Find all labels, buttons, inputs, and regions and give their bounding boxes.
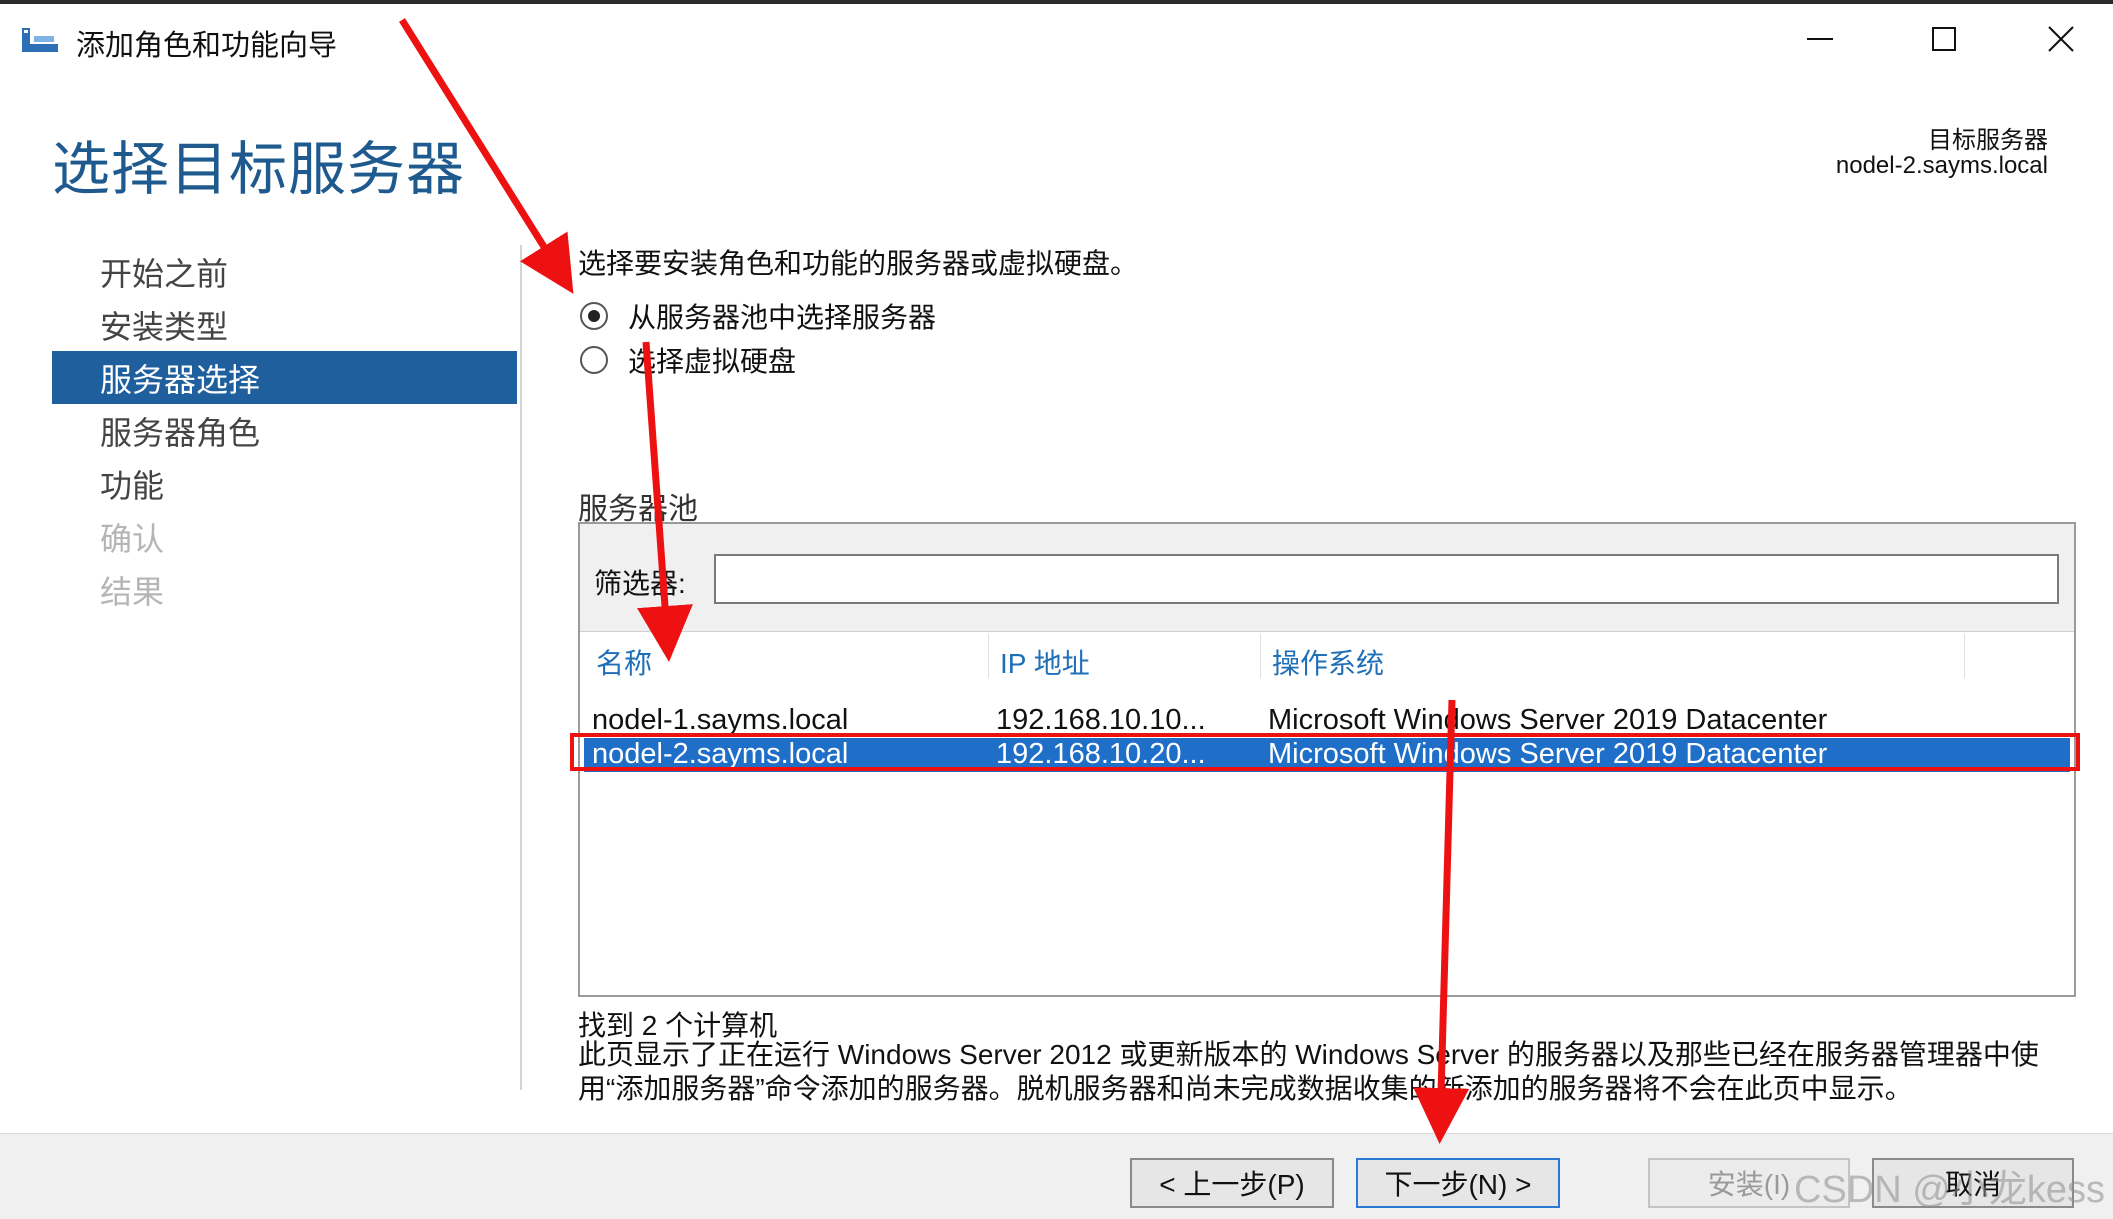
server-list-note: 此页显示了正在运行 Windows Server 2012 或更新版本的 Win… [578,1039,2039,1104]
minimize-icon [1807,38,1833,40]
radio-server-pool-option[interactable]: 从服务器池中选择服务器 [580,296,936,336]
wizard-main: 选择目标服务器 目标服务器 nodel-2.sayms.local 开始之前 安… [0,70,2113,1133]
radio-virtual-hard-disk[interactable] [580,346,608,374]
maximize-icon [1932,27,1956,51]
wizard-steps-sidebar: 开始之前 安装类型 服务器选择 服务器角色 功能 确认 结果 [52,245,517,616]
row-server-os: Microsoft Windows Server 2019 Datacenter [1268,738,1828,770]
row-server-ip: 192.168.10.20... [996,738,1206,770]
radio-vhd-label: 选择虚拟硬盘 [628,346,797,377]
column-header-ip[interactable]: IP 地址 [1000,642,1090,682]
maximize-button[interactable] [1884,8,2004,70]
radio-vhd-option[interactable]: 选择虚拟硬盘 [580,340,796,380]
column-separator[interactable] [988,634,989,678]
close-icon [2047,26,2074,52]
sidebar-item-server-roles[interactable]: 服务器角色 [52,404,517,457]
filter-area: 筛选器: [580,524,2074,632]
sidebar-item-confirmation: 确认 [100,520,165,557]
next-button[interactable]: 下一步(N) > [1356,1158,1560,1208]
filter-label: 筛选器: [594,568,686,599]
filter-input[interactable] [714,554,2059,604]
row-server-name: nodel-1.sayms.local [592,704,849,736]
minimize-button[interactable] [1760,8,1880,70]
destination-server-value: nodel-2.sayms.local [1835,152,2048,179]
column-header-os[interactable]: 操作系统 [1272,642,1384,682]
table-row[interactable]: nodel-1.sayms.local 192.168.10.10... Mic… [584,704,2070,738]
previous-button[interactable]: < 上一步(P) [1130,1158,1334,1208]
column-separator[interactable] [1964,634,1965,678]
title-bar: 添加角色和功能向导 [0,4,2113,70]
row-server-ip: 192.168.10.10... [996,704,1206,736]
server-pool-box: 筛选器: 名称 IP 地址 操作系统 nodel-1.sayms.local 1… [578,522,2076,997]
row-server-name: nodel-2.sayms.local [592,738,849,770]
destination-server-label: 目标服务器 [1928,127,2048,154]
radio-server-pool-label: 从服务器池中选择服务器 [628,302,937,333]
selection-description: 选择要安装角色和功能的服务器或虚拟硬盘。 [578,248,1139,279]
server-manager-icon [22,28,58,52]
sidebar-item-installation-type[interactable]: 安装类型 [52,298,517,351]
column-separator[interactable] [1260,634,1261,678]
close-button[interactable] [2008,8,2113,70]
sidebar-item-results: 结果 [100,573,165,610]
sidebar-item-features[interactable]: 功能 [52,457,517,510]
sidebar-divider [520,245,522,1090]
sidebar-item-before-you-begin[interactable]: 开始之前 [52,245,517,298]
window-title: 添加角色和功能向导 [76,30,338,62]
column-header-name[interactable]: 名称 [596,642,652,682]
table-row-selected[interactable]: nodel-2.sayms.local 192.168.10.20... Mic… [584,738,2070,772]
csdn-watermark: CSDN @小龙kess [1794,1169,2105,1211]
row-server-os: Microsoft Windows Server 2019 Datacenter [1268,704,1828,736]
sidebar-item-server-selection[interactable]: 服务器选择 [52,351,517,404]
wizard-button-bar: < 上一步(P) 下一步(N) > 安装(I) 取消 CSDN @小龙kess [0,1133,2113,1219]
radio-server-pool[interactable] [580,302,608,330]
page-title: 选择目标服务器 [52,137,466,202]
